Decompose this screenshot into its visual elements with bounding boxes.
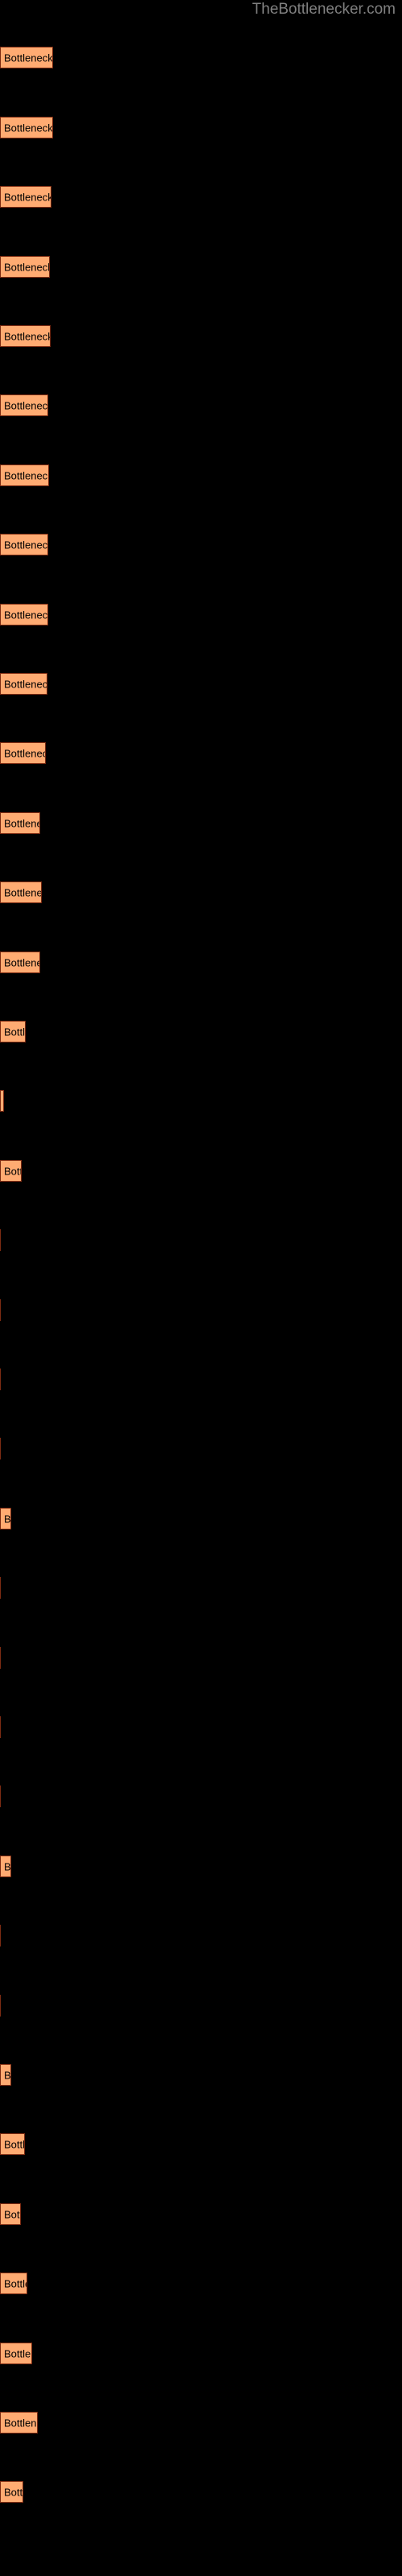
chart-bar[interactable]: Bottleneck result	[0, 1299, 1, 1321]
bar-row: Bottleneck result	[0, 1438, 1, 1459]
bar-row: Bottleneck result	[0, 2481, 23, 2503]
chart-bar[interactable]: Bottleneck result	[0, 742, 46, 764]
chart-bar[interactable]: Bottleneck result	[0, 1577, 1, 1599]
chart-bar[interactable]: Bottleneck result	[0, 604, 48, 625]
bar-row: Bottleneck result	[0, 2412, 38, 2434]
bar-row: Bottleneck result	[0, 1508, 11, 1530]
chart-bar-label: Bottleneck result	[4, 2138, 25, 2150]
chart-bar[interactable]: Bottleneck result	[0, 117, 53, 138]
chart-bar-label: Bottleneck result	[4, 956, 39, 968]
chart-bar[interactable]: Bottleneck result	[0, 1925, 1, 1946]
chart-bar[interactable]: Bottleneck result	[0, 1716, 1, 1738]
chart-bar-label: Bottleneck result	[4, 678, 47, 690]
bar-row: Bottleneck result	[0, 394, 48, 416]
bar-row: Bottleneck result	[0, 464, 49, 486]
bar-row: Bottleneck result	[0, 47, 53, 68]
bar-row: Bottleneck result	[0, 1229, 1, 1251]
chart-bar-label: Bottleneck result	[4, 261, 50, 273]
chart-bar[interactable]: Bottleneck result	[0, 1856, 11, 1877]
chart-bar[interactable]: Bottleneck result	[0, 1438, 1, 1459]
chart-bar[interactable]: Bottleneck result	[0, 325, 51, 347]
chart-bar[interactable]: Bottleneck result	[0, 2064, 11, 2086]
bar-row: Bottleneck result	[0, 2203, 21, 2225]
chart-bar[interactable]: Bottleneck result	[0, 1160, 22, 1182]
chart-bar[interactable]: Bottleneck result	[0, 1995, 1, 2017]
bar-row: Bottleneck result	[0, 2273, 27, 2294]
chart-bar[interactable]: Bottleneck result	[0, 394, 48, 416]
chart-bar-label: Bottleneck result	[4, 191, 51, 203]
chart-bar-label: Bottleneck result	[4, 52, 53, 64]
bar-row: Bottleneck result	[0, 1021, 26, 1042]
bar-row: Bottleneck result	[0, 1577, 1, 1599]
bar-row: Bottleneck result	[0, 2064, 11, 2086]
chart-bar-label: Bottleneck result	[4, 399, 48, 411]
bar-row: Bottleneck result	[0, 2343, 32, 2364]
bar-row: Bottleneck result	[0, 534, 48, 555]
chart-bar[interactable]: Bottleneck result	[0, 2481, 23, 2503]
bar-row: Bottleneck result	[0, 1647, 1, 1669]
chart-bar[interactable]: Bottleneck result	[0, 1021, 26, 1042]
chart-bar[interactable]: Bottleneck result	[0, 2343, 32, 2364]
chart-bar[interactable]: Bottleneck result	[0, 1368, 1, 1390]
chart-bar-label: Bottleneck result	[4, 1165, 21, 1177]
chart-bar-label: Bottleneck result	[4, 539, 48, 551]
chart-bar-label: Bottleneck result	[4, 2069, 11, 2081]
chart-bar-label: Bottleneck result	[4, 330, 51, 342]
chart-bar[interactable]: Bottleneck result	[0, 534, 48, 555]
chart-bar[interactable]: Bottleneck result	[0, 1090, 4, 1112]
chart-bar[interactable]: Bottleneck result	[0, 464, 49, 486]
chart-bar-label: Bottleneck result	[4, 2486, 23, 2498]
chart-bar-label: Bottleneck result	[4, 747, 45, 759]
chart-bar[interactable]: Bottleneck result	[0, 1785, 1, 1807]
site-watermark: TheBottlenecker.com	[252, 1, 396, 18]
bar-row: Bottleneck result	[0, 1299, 1, 1321]
bar-row: Bottleneck result	[0, 1785, 1, 1807]
chart-bar-label: Bottleneck result	[4, 609, 48, 621]
bar-row: Bottleneck result	[0, 952, 40, 973]
bar-row: Bottleneck result	[0, 604, 48, 625]
bar-row: Bottleneck result	[0, 1925, 1, 1946]
chart-bar[interactable]: Bottleneck result	[0, 47, 53, 68]
chart-bar-label: Bottleneck result	[4, 2208, 20, 2220]
chart-bar-label: Bottleneck result	[4, 2417, 37, 2429]
chart-bar[interactable]: Bottleneck result	[0, 2412, 38, 2434]
bar-row: Bottleneck result	[0, 186, 51, 208]
bar-row: Bottleneck result	[0, 1716, 1, 1738]
bar-row: Bottleneck result	[0, 325, 51, 347]
chart-bar-label: Bottleneck result	[4, 1026, 26, 1038]
chart-bar-label: Bottleneck result	[4, 1513, 11, 1525]
bar-chart-canvas: TheBottlenecker.com Bottleneck result Bot…	[0, 0, 402, 2576]
chart-bar[interactable]: Bottleneck result	[0, 881, 42, 903]
bar-row: Bottleneck result	[0, 881, 42, 903]
chart-bar-label: Bottleneck result	[4, 2277, 27, 2289]
chart-bar[interactable]: Bottleneck result	[0, 2273, 27, 2294]
bar-row: Bottleneck result	[0, 1160, 22, 1182]
chart-bar-label: Bottleneck result	[4, 2347, 31, 2359]
chart-bar[interactable]: Bottleneck result	[0, 1508, 11, 1530]
chart-bar[interactable]: Bottleneck result	[0, 952, 40, 973]
bar-row: Bottleneck result	[0, 117, 53, 138]
bar-row: Bottleneck result	[0, 1368, 1, 1390]
chart-bar[interactable]: Bottleneck result	[0, 2203, 21, 2225]
chart-bar-label: Bottleneck result	[4, 122, 53, 134]
chart-bar[interactable]: Bottleneck result	[0, 1647, 1, 1669]
bar-row: Bottleneck result	[0, 2133, 25, 2155]
bar-row: Bottleneck result	[0, 742, 46, 764]
chart-bar[interactable]: Bottleneck result	[0, 673, 47, 695]
chart-bar[interactable]: Bottleneck result	[0, 256, 50, 278]
chart-bar-label: Bottleneck result	[4, 886, 42, 898]
chart-bar-label: Bottleneck result	[4, 1860, 11, 1872]
bar-row: Bottleneck result	[0, 1856, 11, 1877]
chart-bar[interactable]: Bottleneck result	[0, 812, 40, 834]
bar-row: Bottleneck result	[0, 1995, 1, 2017]
bar-row: Bottleneck result	[0, 673, 47, 695]
chart-bar[interactable]: Bottleneck result	[0, 186, 51, 208]
bar-row: Bottleneck result	[0, 1090, 4, 1112]
chart-bar[interactable]: Bottleneck result	[0, 2133, 25, 2155]
chart-bar-label: Bottleneck result	[4, 817, 39, 829]
chart-bar[interactable]: Bottleneck result	[0, 1229, 1, 1251]
chart-bar-label: Bottleneck result	[4, 469, 49, 481]
bar-row: Bottleneck result	[0, 812, 40, 834]
bar-row: Bottleneck result	[0, 256, 50, 278]
